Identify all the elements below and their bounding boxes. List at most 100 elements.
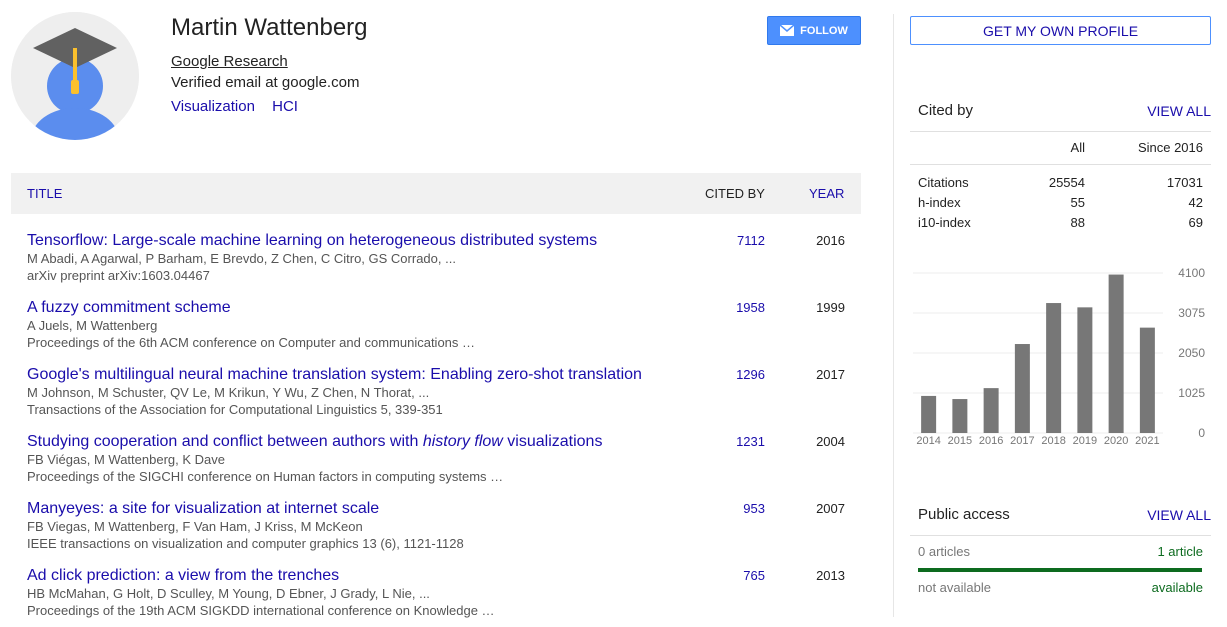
- article-authors: HB McMahan, G Holt, D Sculley, M Young, …: [27, 586, 430, 601]
- y-tick-label: 4100: [1178, 266, 1205, 280]
- cited-by-count-link[interactable]: 765: [715, 568, 765, 583]
- cited-by-count-link[interactable]: 953: [715, 501, 765, 516]
- sort-by-year[interactable]: YEAR: [809, 186, 844, 201]
- follow-button[interactable]: FOLLOW: [767, 16, 861, 45]
- table-row: Ad click prediction: a view from the tre…: [11, 567, 861, 627]
- public-access-view-all-link[interactable]: VIEW ALL: [1147, 507, 1211, 523]
- title-part: Studying cooperation and conflict betwee…: [27, 433, 423, 450]
- stat-label-h-index: h-index: [918, 195, 961, 210]
- x-tick-label: 2014: [916, 435, 940, 447]
- stat-i10-since: 69: [1188, 215, 1203, 230]
- bar-2020[interactable]: [1108, 274, 1124, 433]
- not-available-count: 0 articles: [918, 544, 971, 559]
- article-year: 2016: [816, 233, 845, 248]
- table-row: Google's multilingual neural machine tra…: [11, 366, 861, 426]
- table-row: Tensorflow: Large-scale machine learning…: [11, 232, 861, 292]
- not-available-label: not available: [918, 580, 991, 595]
- public-access-progress-bar: [918, 568, 1202, 572]
- follow-label: FOLLOW: [800, 24, 848, 37]
- article-title-link[interactable]: Manyeyes: a site for visualization at in…: [27, 500, 379, 518]
- interest-link-visualization[interactable]: Visualization: [171, 98, 255, 115]
- available-count: 1 article: [1157, 544, 1203, 559]
- stat-i10-all: 88: [1070, 215, 1085, 230]
- article-venue: Transactions of the Association for Comp…: [27, 402, 443, 417]
- bar-2017[interactable]: [1014, 344, 1030, 433]
- verified-email: Verified email at google.com: [171, 74, 360, 91]
- article-title-link[interactable]: Tensorflow: Large-scale machine learning…: [27, 232, 597, 250]
- x-tick-label: 2019: [1073, 435, 1097, 447]
- article-authors: FB Viégas, M Wattenberg, K Dave: [27, 452, 225, 467]
- divider: [910, 131, 1211, 132]
- article-venue: arXiv preprint arXiv:1603.04467: [27, 268, 210, 283]
- table-row: Studying cooperation and conflict betwee…: [11, 433, 861, 493]
- stat-h-index-since: 42: [1188, 195, 1203, 210]
- get-my-own-profile-button[interactable]: GET MY OWN PROFILE: [910, 16, 1211, 45]
- column-divider: [893, 14, 894, 617]
- article-title-link[interactable]: A fuzzy commitment scheme: [27, 299, 231, 317]
- interest-link-hci[interactable]: HCI: [272, 98, 298, 115]
- cited-by-header: CITED BY: [705, 186, 765, 201]
- article-year: 2007: [816, 501, 845, 516]
- cited-by-count-link[interactable]: 1296: [715, 367, 765, 382]
- cited-by-count-link[interactable]: 1231: [715, 434, 765, 449]
- article-title-link[interactable]: Ad click prediction: a view from the tre…: [27, 567, 339, 585]
- affiliation-link[interactable]: Google Research: [171, 53, 288, 70]
- article-year: 2013: [816, 568, 845, 583]
- bar-2016[interactable]: [983, 388, 999, 433]
- bar-2018[interactable]: [1046, 303, 1062, 433]
- article-authors: M Abadi, A Agarwal, P Barham, E Brevdo, …: [27, 251, 456, 266]
- title-part: visualizations: [502, 433, 603, 450]
- table-header: TITLE CITED BY YEAR: [11, 173, 861, 214]
- title-emphasis: history flow: [422, 433, 503, 450]
- article-title-link[interactable]: Studying cooperation and conflict betwee…: [27, 433, 602, 451]
- article-authors: A Juels, M Wattenberg: [27, 318, 158, 333]
- table-row: A fuzzy commitment scheme A Juels, M Wat…: [11, 299, 861, 359]
- article-venue: Proceedings of the SIGCHI conference on …: [27, 469, 504, 484]
- cited-by-count-link[interactable]: 1958: [715, 300, 765, 315]
- article-year: 2004: [816, 434, 845, 449]
- stat-citations-since: 17031: [1166, 175, 1203, 190]
- article-authors: M Johnson, M Schuster, QV Le, M Krikun, …: [27, 385, 430, 400]
- cited-by-heading: Cited by: [918, 102, 974, 119]
- table-row: Manyeyes: a site for visualization at in…: [11, 500, 861, 560]
- x-tick-label: 2018: [1041, 435, 1065, 447]
- article-year: 1999: [816, 300, 845, 315]
- envelope-icon: [780, 25, 795, 36]
- divider: [910, 535, 1211, 536]
- x-tick-label: 2017: [1010, 435, 1034, 447]
- article-authors: FB Viegas, M Wattenberg, F Van Ham, J Kr…: [27, 519, 363, 534]
- cited-by-view-all-link[interactable]: VIEW ALL: [1147, 103, 1211, 119]
- article-venue: IEEE transactions on visualization and c…: [27, 536, 464, 551]
- avatar: [11, 12, 139, 140]
- y-tick-label: 2050: [1178, 346, 1205, 360]
- citations-per-year-chart: 4100 3075 2050 1025 0 2014 2015 2016 2017 2018 201…: [913, 266, 1205, 447]
- bar-2019[interactable]: [1077, 307, 1093, 433]
- bar-2015[interactable]: [952, 399, 968, 433]
- x-tick-label: 2016: [979, 435, 1003, 447]
- y-tick-label: 3075: [1178, 306, 1205, 320]
- y-tick-label: 0: [1198, 426, 1205, 440]
- sort-by-title[interactable]: TITLE: [27, 186, 62, 201]
- col-all-header: All: [1070, 140, 1085, 155]
- x-tick-label: 2021: [1135, 435, 1159, 447]
- interests: Visualization HCI: [171, 98, 311, 115]
- stat-label-citations: Citations: [918, 175, 969, 190]
- stat-citations-all: 25554: [1048, 175, 1085, 190]
- available-label: available: [1151, 580, 1203, 595]
- col-since-header: Since 2016: [1137, 140, 1203, 155]
- profile-name: Martin Wattenberg: [171, 14, 368, 41]
- bar-2021[interactable]: [1139, 327, 1155, 433]
- public-access-heading: Public access: [918, 506, 1010, 523]
- bar-2014[interactable]: [921, 395, 937, 433]
- x-tick-label: 2020: [1104, 435, 1128, 447]
- article-title-link[interactable]: Google's multilingual neural machine tra…: [27, 366, 642, 384]
- article-venue: Proceedings of the 6th ACM conference on…: [27, 335, 476, 350]
- x-tick-label: 2015: [948, 435, 972, 447]
- cited-by-count-link[interactable]: 7112: [715, 233, 765, 248]
- divider: [910, 164, 1211, 165]
- default-avatar-icon: [11, 12, 139, 140]
- stat-h-index-all: 55: [1070, 195, 1085, 210]
- y-tick-label: 1025: [1178, 386, 1205, 400]
- stat-label-i10-index: i10-index: [918, 215, 971, 230]
- article-year: 2017: [816, 367, 845, 382]
